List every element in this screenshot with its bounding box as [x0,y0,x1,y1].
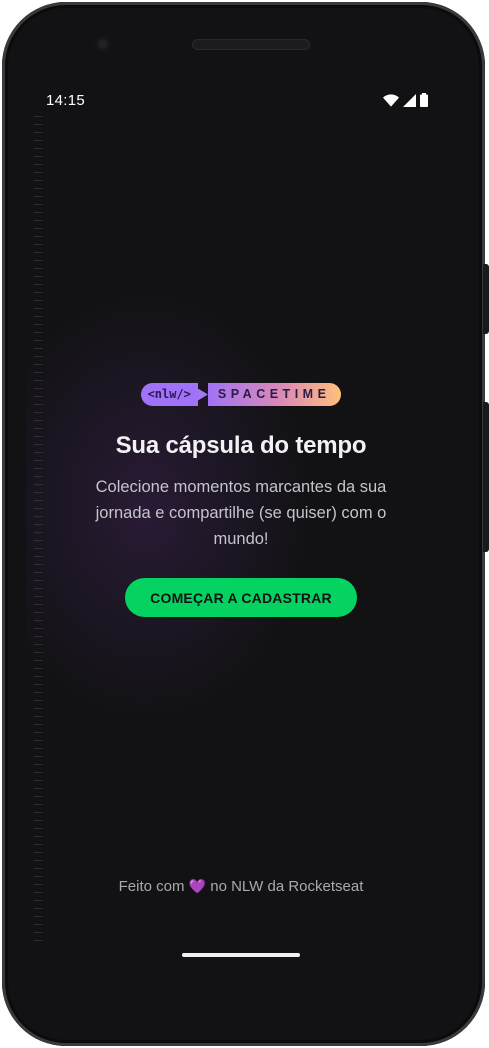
status-icons [383,93,428,112]
earpiece-speaker [192,39,310,50]
battery-icon [420,93,428,112]
footer-suffix: no NLW da Rocketseat [210,878,364,895]
purple-heart-icon: 💜 [188,878,207,894]
logo-wordmark: SPACETIME [207,383,342,406]
footer-credit: Feito com 💜 no NLW da Rocketseat [26,878,456,895]
nlw-spacetime-logo: <nlw/> SPACETIME [140,383,342,406]
logo-connector [197,388,208,401]
page-title: Sua cápsula do tempo [115,432,367,459]
app-screen: 14:15 <nlw/> SPACETIME Sua cápsula do te… [26,86,456,943]
start-registration-button[interactable]: COMEÇAR A CADASTRAR [125,578,357,617]
status-time: 14:15 [46,92,86,109]
status-bar: 14:15 [26,86,456,116]
home-indicator[interactable] [182,953,300,957]
volume-button [483,402,489,552]
hero-section: <nlw/> SPACETIME Sua cápsula do tempo Co… [26,383,456,617]
front-camera [95,36,111,52]
footer-prefix: Feito com [118,878,185,895]
wifi-icon [383,93,399,112]
cellular-signal-icon [403,93,416,112]
page-description: Colecione momentos marcantes da sua jorn… [95,478,387,548]
power-button [483,264,489,334]
logo-tag: <nlw/> [140,383,198,406]
